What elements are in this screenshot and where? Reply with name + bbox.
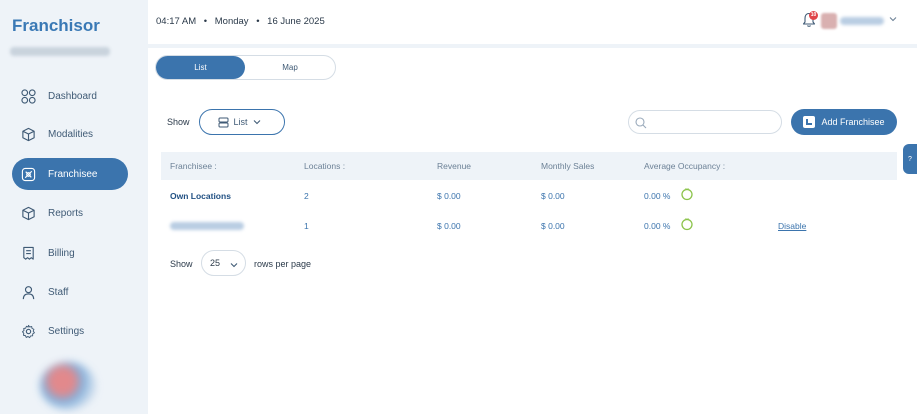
franchisee-name-link[interactable]: Own Locations (170, 191, 231, 201)
current-time: 04:17 AM (156, 16, 197, 27)
current-day: Monday (214, 16, 249, 27)
chevron-down-icon (253, 120, 260, 125)
sidebar-item-settings[interactable]: Settings (12, 315, 128, 347)
table-row: Own Locations 2 $ 0.00 $ 0.00 0.00 % (161, 181, 897, 211)
rows-per-page-value: 25 (210, 258, 221, 268)
column-header-monthly-sales: Monthly Sales (541, 161, 595, 171)
add-franchisee-button[interactable]: Add Franchisee (791, 109, 897, 135)
column-header-revenue: Revenue (437, 161, 472, 171)
grid-circles-icon (20, 88, 36, 104)
cube-icon (20, 126, 36, 142)
rows-per-page-label: rows per page (254, 259, 312, 269)
sidebar-item-billing[interactable]: Billing (12, 237, 128, 269)
revenue-value: $ 0.00 (437, 191, 461, 201)
notification-badge: 10 (809, 11, 818, 20)
top-bar: 04:17 AM • Monday • 16 June 2025 10 (148, 0, 917, 44)
sidebar-item-reports[interactable]: Reports (12, 197, 128, 229)
occupancy-ring-icon (681, 218, 693, 231)
avatar[interactable] (821, 13, 837, 29)
occupancy-value: 0.00 % (644, 191, 671, 201)
disable-link[interactable]: Disable (778, 221, 806, 231)
sidebar-item-label: Modalities (48, 128, 94, 140)
sidebar-item-dashboard[interactable]: Dashboard (12, 80, 128, 112)
rows-per-page-select[interactable]: 25 (201, 250, 246, 276)
view-toggle: List Map (155, 55, 336, 80)
monthly-sales-value: $ 0.00 (541, 191, 565, 201)
help-tab[interactable]: ? (903, 144, 917, 174)
franchisee-name-redacted[interactable] (170, 222, 244, 230)
map-view-button[interactable]: Map (245, 56, 335, 79)
franchise-icon (20, 166, 36, 182)
sidebar-item-staff[interactable]: Staff (12, 276, 128, 308)
view-select-value: List (233, 117, 248, 127)
chevron-down-icon (230, 263, 238, 268)
show-label: Show (167, 117, 190, 127)
sidebar-item-label: Billing (48, 247, 75, 259)
billing-icon (20, 245, 36, 261)
locations-count: 2 (304, 191, 309, 201)
add-franchise-icon (803, 116, 816, 128)
add-franchisee-label: Add Franchisee (821, 117, 885, 127)
search-icon (635, 117, 647, 129)
occupancy-ring-icon (681, 188, 693, 201)
sidebar-item-label: Franchisee (48, 168, 98, 180)
current-date: 16 June 2025 (267, 16, 325, 27)
sidebar-item-label: Reports (48, 207, 84, 219)
column-header-franchisee[interactable]: Franchisee : (170, 161, 217, 171)
list-view-button[interactable]: List (156, 56, 245, 79)
column-header-locations[interactable]: Locations : (304, 161, 345, 171)
sidebar-item-label: Settings (48, 325, 85, 337)
brand-title: Franchisor (12, 16, 100, 35)
table-row: 1 $ 0.00 $ 0.00 0.00 % Disable (161, 211, 897, 241)
current-datetime: 04:17 AM • Monday • 16 June 2025 (156, 16, 325, 27)
chevron-down-icon[interactable] (888, 14, 898, 24)
header-divider (148, 44, 917, 48)
occupancy-value: 0.00 % (644, 221, 671, 231)
sidebar-item-label: Staff (48, 286, 69, 298)
promo-image-redacted (40, 362, 96, 410)
organization-name-redacted (10, 47, 110, 56)
rows-show-label: Show (170, 259, 193, 269)
locations-count: 1 (304, 221, 309, 231)
user-name-redacted[interactable] (840, 17, 884, 25)
column-header-average-occupancy[interactable]: Average Occupancy : (644, 161, 725, 171)
list-icon (218, 117, 229, 127)
monthly-sales-value: $ 0.00 (541, 221, 565, 231)
sidebar: Franchisor Dashboard Modalities Franchis… (0, 0, 148, 414)
person-icon (20, 284, 36, 300)
table-header: Franchisee : Locations : Revenue Monthly… (161, 152, 897, 180)
revenue-value: $ 0.00 (437, 221, 461, 231)
sidebar-item-franchisee[interactable]: Franchisee (12, 158, 128, 190)
cube-icon (20, 205, 36, 221)
view-select[interactable]: List (199, 109, 285, 135)
sidebar-item-modalities[interactable]: Modalities (12, 118, 128, 150)
separator: • (203, 16, 208, 27)
search-input[interactable] (628, 110, 782, 134)
gear-icon (20, 323, 36, 339)
separator: • (256, 16, 260, 27)
sidebar-item-label: Dashboard (48, 90, 97, 102)
